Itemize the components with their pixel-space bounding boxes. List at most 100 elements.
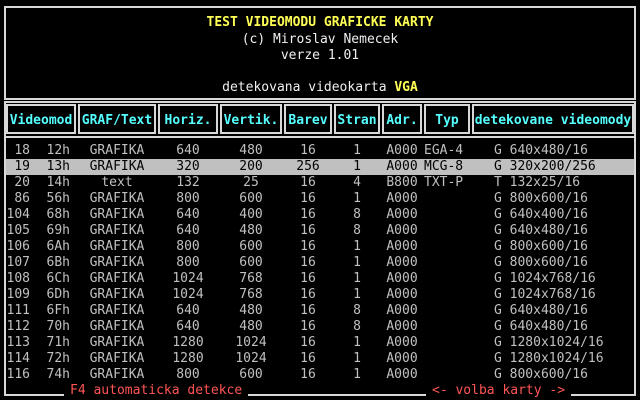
cell-hex: 6Dh — [46, 287, 70, 302]
cell-hex: 56h — [46, 191, 70, 206]
cell-det: T 132x25/16 — [494, 175, 581, 190]
cell-hex: 71h — [46, 335, 70, 350]
cell-mode: GRAFIKA — [89, 303, 145, 318]
cell-h: 1024 — [172, 287, 204, 302]
table-row[interactable]: 108 6Ch GRAFIKA 1024 768 16 1 A000 G 1024x768/16 — [6, 271, 634, 287]
table-row[interactable]: 111 6Fh GRAFIKA 640 480 16 8 A000 G 640x480/16 — [6, 303, 634, 319]
cell-pages: 8 — [353, 319, 361, 334]
table-row[interactable]: 107 6Bh GRAFIKA 800 600 16 1 A000 G 800x600/16 — [6, 255, 634, 271]
cell-det: G 800x600/16 — [494, 239, 588, 254]
table-row[interactable]: 19 13h GRAFIKA 320 200 256 1 A000 MCG-8 G 320x200… — [6, 159, 634, 175]
table-row[interactable]: 109 6Dh GRAFIKA 1024 768 16 1 A000 G 1024x768/16 — [6, 287, 634, 303]
table-row[interactable]: 106 6Ah GRAFIKA 800 600 16 1 A000 G 800x600/16 — [6, 239, 634, 255]
cell-h: 640 — [176, 143, 200, 158]
cell-h: 640 — [176, 319, 200, 334]
cell-det: G 1024x768/16 — [494, 271, 596, 286]
cell-colors: 16 — [300, 367, 316, 382]
table-row[interactable]: 18 12h GRAFIKA 640 480 16 1 A000 EGA-4 G 640x480/… — [6, 143, 634, 159]
cell-mode: GRAFIKA — [89, 319, 145, 334]
table-row[interactable]: 86 56h GRAFIKA 800 600 16 1 A000 G 800x600/16 — [6, 191, 634, 207]
table-row[interactable]: 20 14h text 132 25 16 4 B800 TXT-P T 132x25/16 — [6, 175, 634, 191]
cell-colors: 16 — [300, 303, 316, 318]
cell-h: 640 — [176, 223, 200, 238]
cell-dec: 107 — [6, 255, 30, 270]
col-detected-modes: detekovane videomody — [472, 104, 634, 134]
cell-v: 480 — [239, 303, 263, 318]
cell-addr: A000 — [386, 255, 418, 270]
card-select-hint[interactable]: <- volba karty -> — [426, 384, 572, 398]
cell-type: EGA-4 — [424, 143, 464, 158]
detected-card: VGA — [394, 80, 418, 95]
cell-mode: GRAFIKA — [89, 271, 145, 286]
col-barev: Barev — [284, 104, 332, 134]
cell-addr: A000 — [386, 143, 418, 158]
cell-hex: 68h — [46, 207, 70, 222]
cell-pages: 4 — [353, 175, 361, 190]
cell-addr: A000 — [386, 239, 418, 254]
cell-hex: 70h — [46, 319, 70, 334]
cell-h: 1280 — [172, 335, 204, 350]
col-horiz: Horiz. — [158, 104, 218, 134]
cell-dec: 111 — [6, 303, 30, 318]
cell-mode: GRAFIKA — [89, 223, 145, 238]
cell-hex: 6Ah — [46, 239, 70, 254]
cell-v: 25 — [243, 175, 259, 190]
copyright: (c) Miroslav Nemecek — [241, 32, 399, 47]
cell-addr: A000 — [386, 351, 418, 366]
cell-mode: GRAFIKA — [89, 335, 145, 350]
cell-det: G 320x200/256 — [494, 159, 596, 174]
cell-v: 480 — [239, 143, 263, 158]
table-row[interactable]: 104 68h GRAFIKA 640 400 16 8 A000 G 640x400/16 — [6, 207, 634, 223]
cell-pages: 1 — [353, 287, 361, 302]
cell-colors: 16 — [300, 207, 316, 222]
cell-det: G 640x480/16 — [494, 223, 588, 238]
cell-hex: 13h — [46, 159, 70, 174]
cell-dec: 116 — [6, 367, 30, 382]
cell-h: 320 — [176, 159, 200, 174]
table-row[interactable]: 112 70h GRAFIKA 640 480 16 8 A000 G 640x480/16 — [6, 319, 634, 335]
cell-pages: 1 — [353, 351, 361, 366]
cell-mode: GRAFIKA — [89, 143, 145, 158]
cell-dec: 19 — [14, 159, 30, 174]
cell-dec: 86 — [14, 191, 30, 206]
cell-h: 640 — [176, 303, 200, 318]
cell-h: 800 — [176, 255, 200, 270]
table-row[interactable]: 105 69h GRAFIKA 640 480 16 8 A000 G 640x480/16 — [6, 223, 634, 239]
col-videomod: Videomod — [6, 104, 76, 134]
cell-dec: 20 — [14, 175, 30, 190]
cell-mode: GRAFIKA — [89, 287, 145, 302]
cell-type: MCG-8 — [424, 159, 464, 174]
cell-type: TXT-P — [424, 175, 464, 190]
cell-pages: 1 — [353, 191, 361, 206]
cell-pages: 1 — [353, 239, 361, 254]
cell-mode: GRAFIKA — [89, 159, 145, 174]
cell-colors: 16 — [300, 335, 316, 350]
cell-dec: 113 — [6, 335, 30, 350]
cell-colors: 16 — [300, 143, 316, 158]
table-row[interactable]: 113 71h GRAFIKA 1280 1024 16 1 A000 G 1280x1024/… — [6, 335, 634, 351]
cell-h: 640 — [176, 207, 200, 222]
auto-detect-hint[interactable]: F4 automaticka detekce — [64, 384, 249, 398]
cell-hex: 72h — [46, 351, 70, 366]
col-adr: Adr. — [382, 104, 422, 134]
cell-pages: 1 — [353, 159, 361, 174]
cell-h: 1280 — [172, 351, 204, 366]
cell-dec: 104 — [6, 207, 30, 222]
cell-hex: 6Ch — [46, 271, 70, 286]
cell-addr: A000 — [386, 159, 418, 174]
cell-v: 200 — [239, 159, 263, 174]
cell-mode: GRAFIKA — [89, 351, 145, 366]
cell-colors: 16 — [300, 287, 316, 302]
cell-dec: 112 — [6, 319, 30, 334]
cell-det: G 1024x768/16 — [494, 287, 596, 302]
table-row[interactable]: 116 74h GRAFIKA 800 600 16 1 A000 G 800x600/16 — [6, 367, 634, 383]
cell-det: G 640x480/16 — [494, 143, 588, 158]
cell-colors: 16 — [300, 351, 316, 366]
table-row[interactable]: 114 72h GRAFIKA 1280 1024 16 1 A000 G 1280x1024/… — [6, 351, 634, 367]
col-graf-text: GRAF/Text — [78, 104, 156, 134]
cell-addr: A000 — [386, 287, 418, 302]
cell-colors: 16 — [300, 271, 316, 286]
cell-dec: 114 — [6, 351, 30, 366]
cell-v: 600 — [239, 367, 263, 382]
cell-v: 480 — [239, 319, 263, 334]
